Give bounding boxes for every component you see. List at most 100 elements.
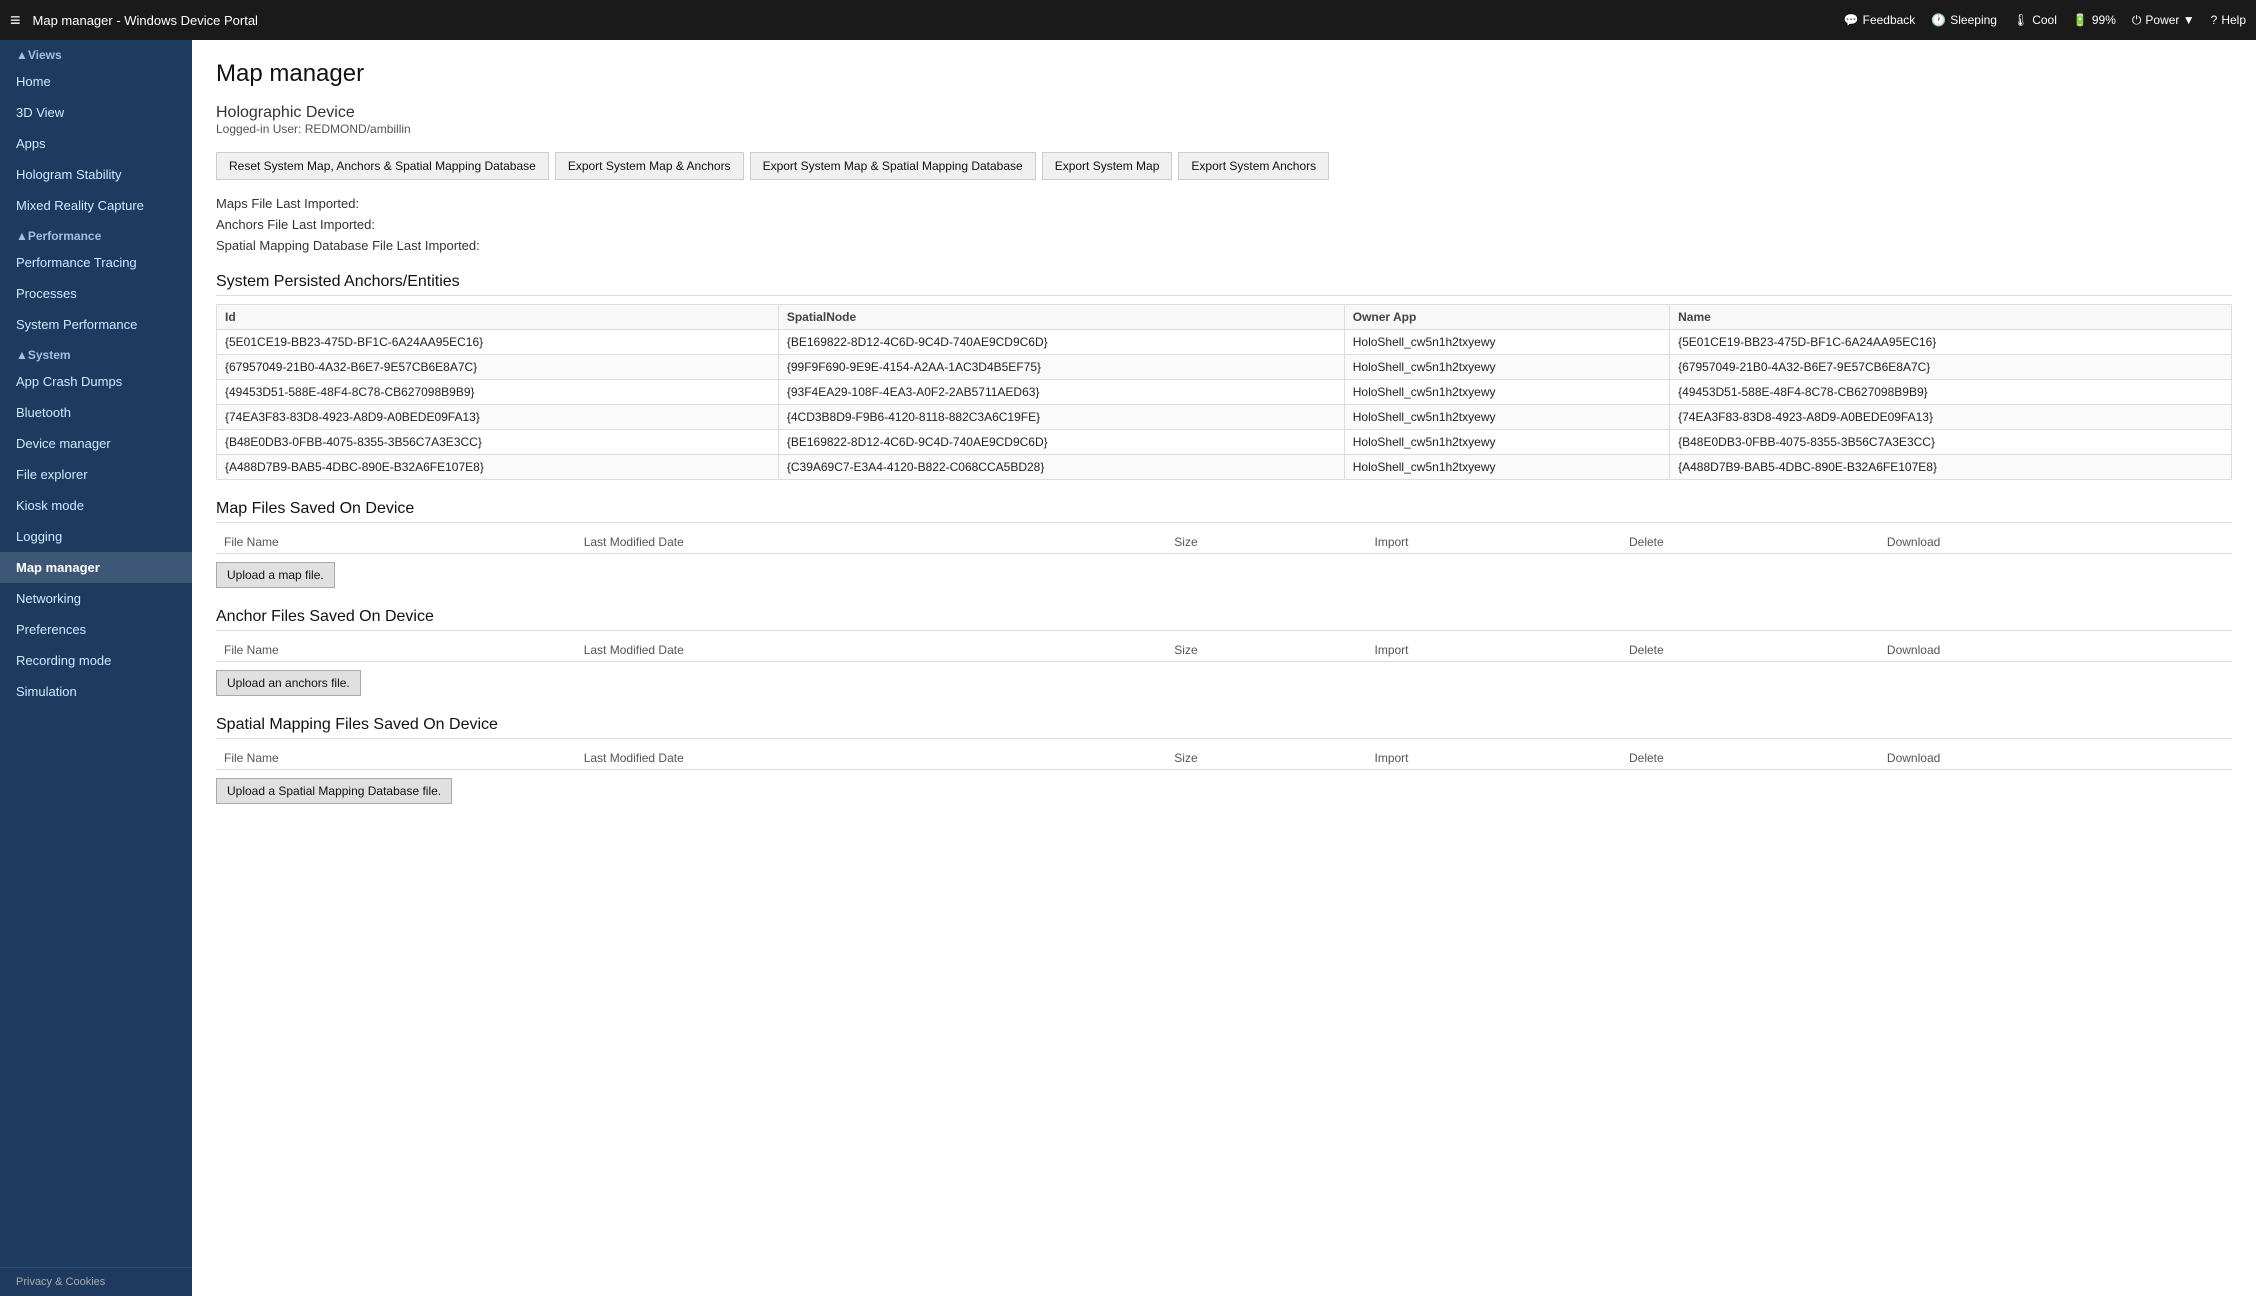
device-name: Holographic Device	[216, 104, 2232, 122]
map-files-table: File Name Last Modified Date Size Import…	[216, 531, 2232, 554]
sidebar: ◀ ▲Views Home 3D View Apps Hologram Stab…	[0, 40, 192, 1296]
sleeping-status: 🕐 Sleeping	[1931, 13, 1997, 27]
sidebar-item-mixed-reality-capture[interactable]: Mixed Reality Capture	[0, 190, 192, 221]
sidebar-item-networking[interactable]: Networking	[0, 583, 192, 614]
sidebar-item-map-manager[interactable]: Map manager	[0, 552, 192, 583]
table-cell-name: {A488D7B9-BAB5-4DBC-890E-B32A6FE107E8}	[1670, 455, 2232, 480]
col-spatial-node: SpatialNode	[778, 305, 1344, 330]
sidebar-item-logging[interactable]: Logging	[0, 521, 192, 552]
anchor-files-section-title: Anchor Files Saved On Device	[216, 608, 2232, 631]
spatial-files-section-title: Spatial Mapping Files Saved On Device	[216, 716, 2232, 739]
sidebar-item-apps[interactable]: Apps	[0, 128, 192, 159]
logged-in-user: Logged-in User: REDMOND/ambillin	[216, 122, 2232, 136]
table-row: {A488D7B9-BAB5-4DBC-890E-B32A6FE107E8}{C…	[217, 455, 2232, 480]
map-col-delete: Delete	[1621, 531, 1879, 554]
table-cell-id: {67957049-21B0-4A32-B6E7-9E57CB6E8A7C}	[217, 355, 779, 380]
sidebar-item-performance-tracing[interactable]: Performance Tracing	[0, 247, 192, 278]
power-button[interactable]: ⏻ Power ▼	[2132, 13, 2195, 28]
map-col-filename: File Name	[216, 531, 576, 554]
sidebar-item-device-manager[interactable]: Device manager	[0, 428, 192, 459]
map-col-size: Size	[1166, 531, 1366, 554]
main-content: Map manager Holographic Device Logged-in…	[192, 40, 2256, 1296]
spatial-col-import: Import	[1367, 747, 1622, 770]
spatial-col-modified: Last Modified Date	[576, 747, 1167, 770]
table-cell-id: {A488D7B9-BAB5-4DBC-890E-B32A6FE107E8}	[217, 455, 779, 480]
reset-system-map-button[interactable]: Reset System Map, Anchors & Spatial Mapp…	[216, 152, 549, 180]
table-row: {5E01CE19-BB23-475D-BF1C-6A24AA95EC16}{B…	[217, 330, 2232, 355]
sidebar-item-file-explorer[interactable]: File explorer	[0, 459, 192, 490]
table-cell-spatial_node: {4CD3B8D9-F9B6-4120-8118-882C3A6C19FE}	[778, 405, 1344, 430]
spatial-col-delete: Delete	[1621, 747, 1879, 770]
map-col-download: Download	[1879, 531, 2232, 554]
hamburger-menu[interactable]: ≡	[10, 10, 21, 31]
table-row: {67957049-21B0-4A32-B6E7-9E57CB6E8A7C}{9…	[217, 355, 2232, 380]
anchors-section-title: System Persisted Anchors/Entities	[216, 273, 2232, 296]
table-cell-name: {67957049-21B0-4A32-B6E7-9E57CB6E8A7C}	[1670, 355, 2232, 380]
table-cell-id: {74EA3F83-83D8-4923-A8D9-A0BEDE09FA13}	[217, 405, 779, 430]
sidebar-item-app-crash-dumps[interactable]: App Crash Dumps	[0, 366, 192, 397]
sidebar-item-bluetooth[interactable]: Bluetooth	[0, 397, 192, 428]
anchor-files-table: File Name Last Modified Date Size Import…	[216, 639, 2232, 662]
upload-spatial-button[interactable]: Upload a Spatial Mapping Database file.	[216, 778, 452, 804]
device-info: Holographic Device Logged-in User: REDMO…	[216, 104, 2232, 136]
col-owner-app: Owner App	[1344, 305, 1669, 330]
app-title: Map manager - Windows Device Portal	[33, 13, 1844, 28]
table-cell-spatial_node: {BE169822-8D12-4C6D-9C4D-740AE9CD9C6D}	[778, 430, 1344, 455]
sidebar-item-kiosk-mode[interactable]: Kiosk mode	[0, 490, 192, 521]
sidebar-system-header: ▲System	[0, 340, 192, 366]
map-col-modified: Last Modified Date	[576, 531, 1167, 554]
topbar: ≡ Map manager - Windows Device Portal 💬 …	[0, 0, 2256, 40]
map-files-section-title: Map Files Saved On Device	[216, 500, 2232, 523]
table-cell-name: {5E01CE19-BB23-475D-BF1C-6A24AA95EC16}	[1670, 330, 2232, 355]
table-cell-spatial_node: {BE169822-8D12-4C6D-9C4D-740AE9CD9C6D}	[778, 330, 1344, 355]
col-name: Name	[1670, 305, 2232, 330]
spatial-col-download: Download	[1879, 747, 2232, 770]
table-cell-id: {5E01CE19-BB23-475D-BF1C-6A24AA95EC16}	[217, 330, 779, 355]
sidebar-item-system-performance[interactable]: System Performance	[0, 309, 192, 340]
sidebar-views-header: ▲Views	[0, 40, 192, 66]
export-system-map-anchors-button[interactable]: Export System Map & Anchors	[555, 152, 744, 180]
sidebar-item-recording-mode[interactable]: Recording mode	[0, 645, 192, 676]
sidebar-item-processes[interactable]: Processes	[0, 278, 192, 309]
help-button[interactable]: ? Help	[2211, 13, 2246, 27]
col-id: Id	[217, 305, 779, 330]
table-cell-name: {49453D51-588E-48F4-8C78-CB627098B9B9}	[1670, 380, 2232, 405]
upload-anchors-button[interactable]: Upload an anchors file.	[216, 670, 361, 696]
sidebar-item-simulation[interactable]: Simulation	[0, 676, 192, 707]
table-cell-spatial_node: {93F4EA29-108F-4EA3-A0F2-2AB5711AED63}	[778, 380, 1344, 405]
anchor-col-modified: Last Modified Date	[576, 639, 1167, 662]
table-cell-owner_app: HoloShell_cw5n1h2txyewy	[1344, 455, 1669, 480]
table-row: {49453D51-588E-48F4-8C78-CB627098B9B9}{9…	[217, 380, 2232, 405]
table-cell-owner_app: HoloShell_cw5n1h2txyewy	[1344, 355, 1669, 380]
table-cell-id: {49453D51-588E-48F4-8C78-CB627098B9B9}	[217, 380, 779, 405]
action-button-row: Reset System Map, Anchors & Spatial Mapp…	[216, 152, 2232, 180]
anchors-table: Id SpatialNode Owner App Name {5E01CE19-…	[216, 304, 2232, 480]
table-row: {B48E0DB3-0FBB-4075-8355-3B56C7A3E3CC}{B…	[217, 430, 2232, 455]
spatial-files-table: File Name Last Modified Date Size Import…	[216, 747, 2232, 770]
table-cell-owner_app: HoloShell_cw5n1h2txyewy	[1344, 330, 1669, 355]
table-cell-owner_app: HoloShell_cw5n1h2txyewy	[1344, 430, 1669, 455]
spatial-col-size: Size	[1166, 747, 1366, 770]
anchor-col-delete: Delete	[1621, 639, 1879, 662]
sidebar-item-hologram-stability[interactable]: Hologram Stability	[0, 159, 192, 190]
anchor-col-download: Download	[1879, 639, 2232, 662]
cool-status: 🌡 Cool	[2013, 13, 2057, 27]
table-cell-id: {B48E0DB3-0FBB-4075-8355-3B56C7A3E3CC}	[217, 430, 779, 455]
table-cell-name: {B48E0DB3-0FBB-4075-8355-3B56C7A3E3CC}	[1670, 430, 2232, 455]
sidebar-item-home[interactable]: Home	[0, 66, 192, 97]
privacy-cookies-link[interactable]: Privacy & Cookies	[0, 1267, 192, 1296]
sidebar-item-3dview[interactable]: 3D View	[0, 97, 192, 128]
maps-last-imported: Maps File Last Imported:	[216, 196, 2232, 211]
table-cell-name: {74EA3F83-83D8-4923-A8D9-A0BEDE09FA13}	[1670, 405, 2232, 430]
anchors-last-imported: Anchors File Last Imported:	[216, 217, 2232, 232]
battery-status: 🔋 99%	[2073, 13, 2116, 27]
sidebar-item-preferences[interactable]: Preferences	[0, 614, 192, 645]
upload-map-button[interactable]: Upload a map file.	[216, 562, 335, 588]
export-system-anchors-button[interactable]: Export System Anchors	[1178, 152, 1329, 180]
export-system-map-button[interactable]: Export System Map	[1042, 152, 1173, 180]
sidebar-performance-header: ▲Performance	[0, 221, 192, 247]
page-title: Map manager	[216, 60, 2232, 88]
feedback-button[interactable]: 💬 Feedback	[1844, 13, 1916, 27]
table-cell-spatial_node: {C39A69C7-E3A4-4120-B822-C068CCA5BD28}	[778, 455, 1344, 480]
export-system-map-spatial-button[interactable]: Export System Map & Spatial Mapping Data…	[750, 152, 1036, 180]
